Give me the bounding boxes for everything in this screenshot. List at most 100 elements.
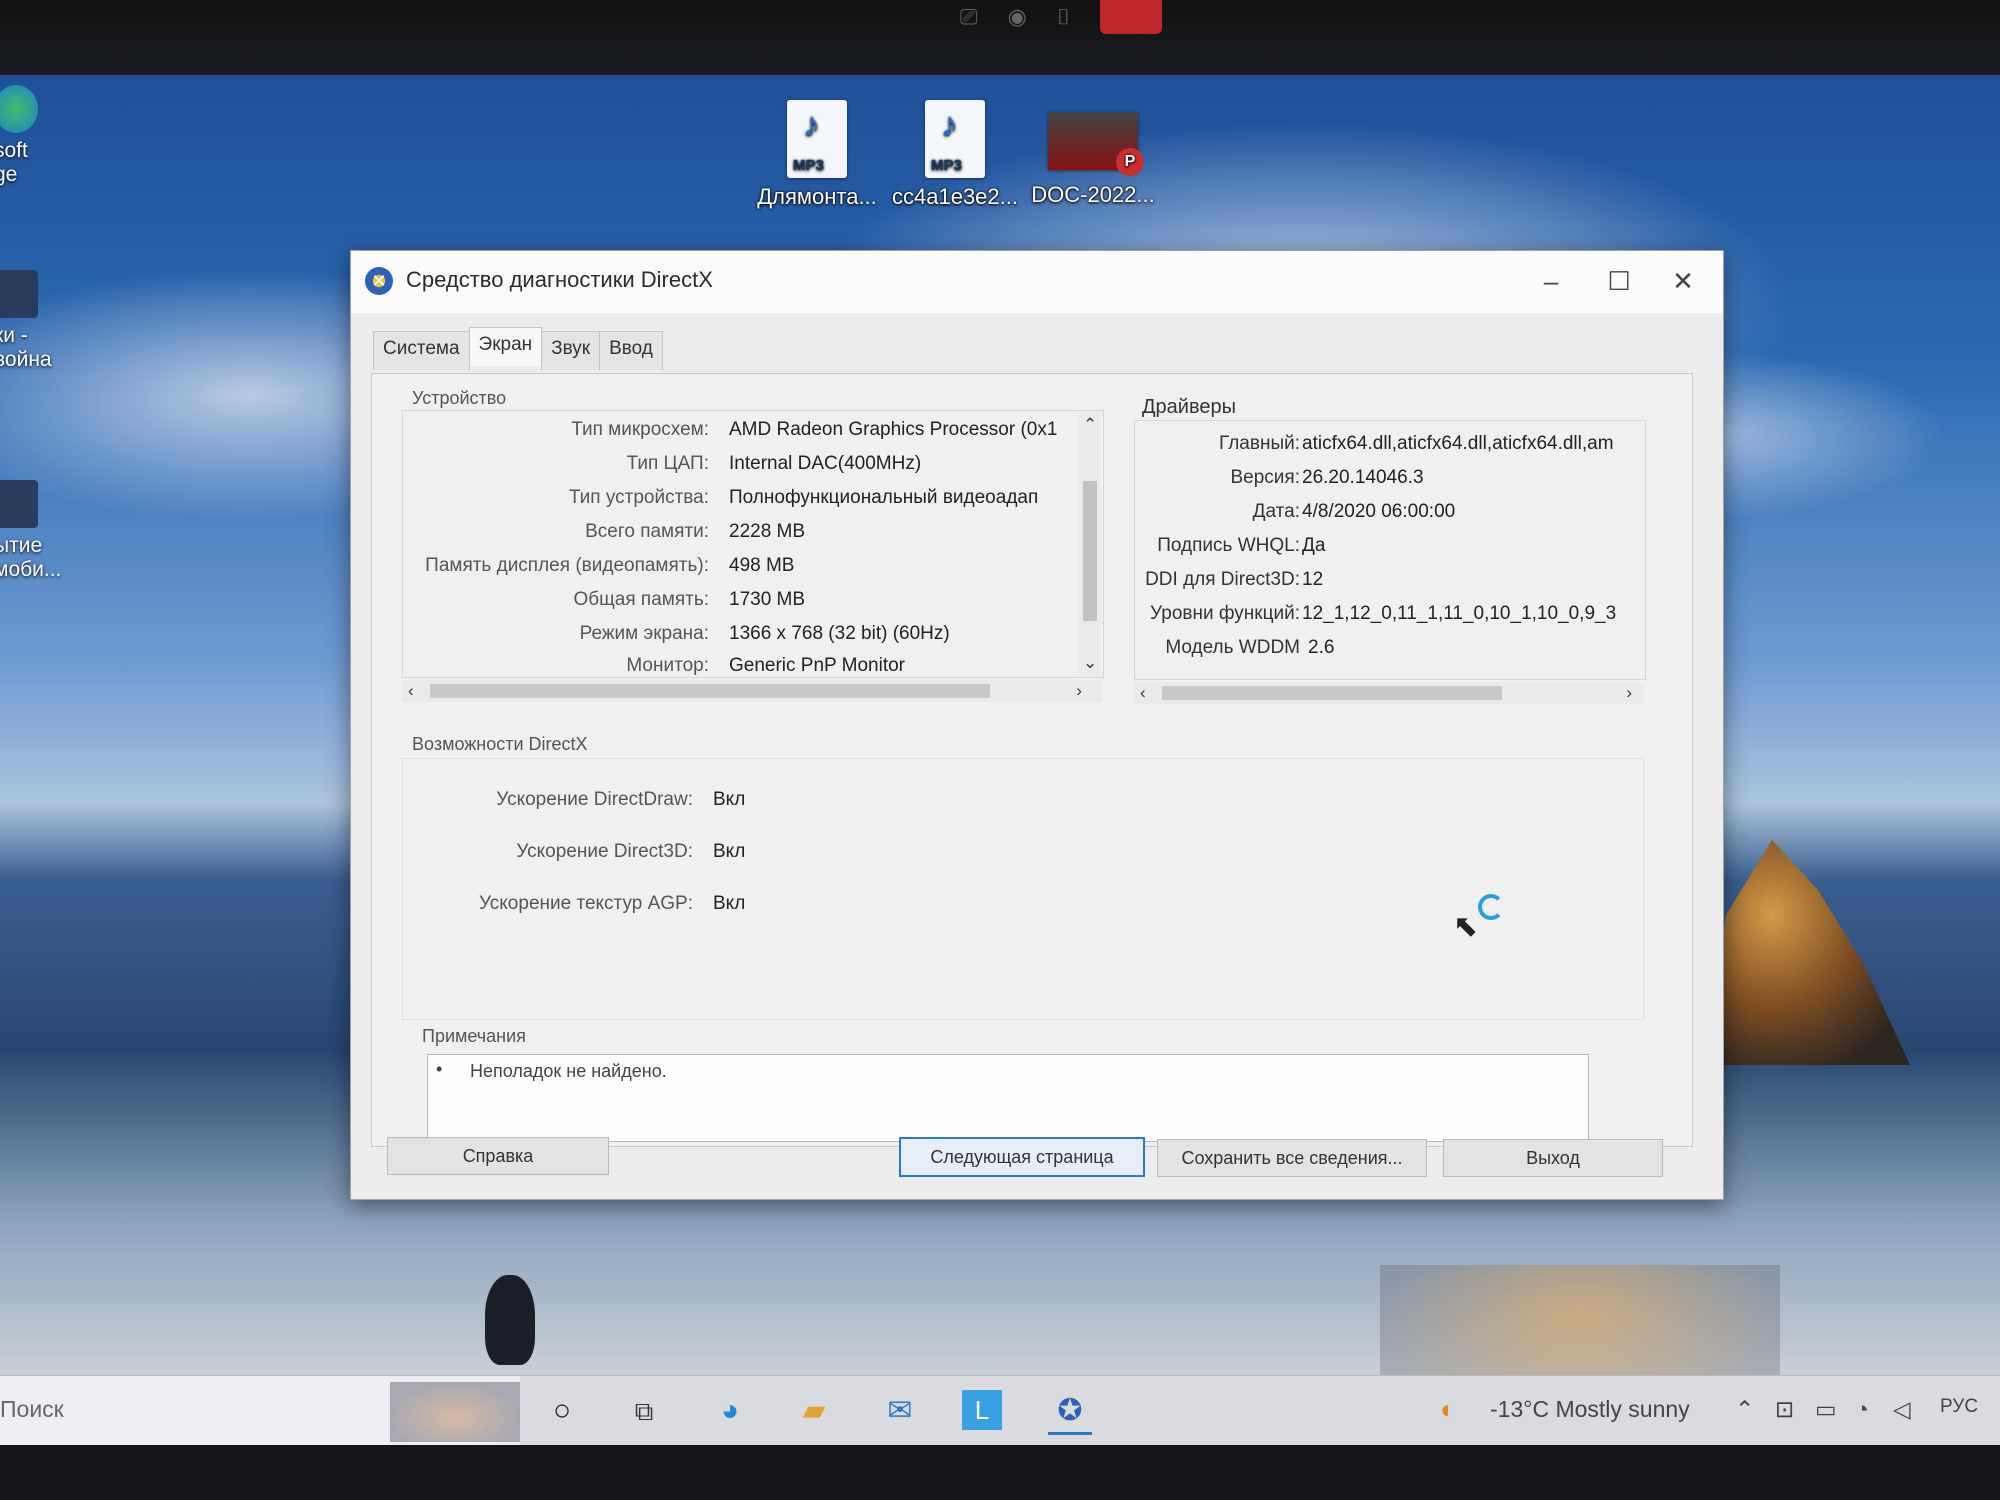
maximize-button[interactable]: ☐ — [1587, 259, 1651, 303]
desktop-icon-mp3-2[interactable]: ♪ MP3 cc4a1e3e2... — [890, 100, 1020, 210]
scroll-thumb[interactable] — [1083, 481, 1097, 621]
tab-input[interactable]: Ввод — [599, 331, 663, 370]
app-l-icon[interactable]: L — [962, 1390, 1002, 1430]
tab-bar: Система Экран Звук Ввод — [373, 327, 663, 370]
directx-icon: ✕ — [365, 267, 393, 295]
window-title: Средство диагностики DirectX — [406, 267, 713, 292]
scroll-right-icon[interactable]: › — [1076, 681, 1082, 701]
desktop-icon-edge[interactable]: soft ge — [0, 85, 38, 187]
next-page-button[interactable]: Следующая страница — [899, 1137, 1145, 1177]
tab-system[interactable]: Система — [373, 331, 470, 370]
scroll-thumb[interactable] — [1162, 686, 1502, 700]
mp3-file-icon: ♪ MP3 — [787, 100, 847, 178]
scroll-left-icon[interactable]: ‹ — [408, 681, 414, 701]
desktop-icon-pptx[interactable]: P DOC-2022... — [1028, 100, 1158, 208]
desktop-icon-label: soft ge — [0, 139, 28, 186]
screenshot-icon: ⎚ — [960, 4, 978, 29]
desktop-icon-video[interactable]: ытие моби... — [0, 480, 61, 582]
device-label: Тип ЦАП: — [626, 453, 709, 474]
device-label: Режим экрана: — [579, 623, 709, 644]
device-group-title: Устройство — [412, 388, 507, 408]
device-value: 498 MB — [729, 555, 795, 576]
edge-icon — [0, 85, 38, 133]
mp3-file-icon: ♪ MP3 — [925, 100, 985, 178]
mp3-tag: MP3 — [793, 157, 824, 174]
scroll-up-icon[interactable]: ⌃ — [1083, 415, 1097, 435]
weather-text[interactable]: -13°C Mostly sunny — [1490, 1396, 1690, 1423]
wifi-icon[interactable]: ◔ — [1855, 1396, 1869, 1423]
language-indicator[interactable]: РУС — [1940, 1396, 1978, 1418]
search-placeholder: Поиск — [0, 1396, 64, 1422]
tab-display[interactable]: Экран — [468, 327, 543, 366]
save-all-info-button[interactable]: Сохранить все сведения... — [1157, 1139, 1427, 1177]
desktop-icon-game[interactable]: ки - война — [0, 270, 52, 372]
file-explorer-icon[interactable]: ▰ — [792, 1390, 836, 1432]
scroll-thumb[interactable] — [430, 684, 990, 698]
device-label: Память дисплея (видеопамять): — [425, 555, 709, 576]
record-icon: ◉ — [1007, 4, 1027, 29]
cortana-icon[interactable]: ○ — [540, 1390, 584, 1432]
tab-sound[interactable]: Звук — [541, 331, 601, 370]
desktop-icon-label: DOC-2022... — [1031, 182, 1155, 207]
device-label: Монитор: — [626, 655, 709, 676]
monitor-top-bezel: ⎚ ◉ ⌷ — [0, 0, 2000, 75]
network-icon[interactable]: ⊡ — [1775, 1396, 1794, 1423]
driver-value: 4/8/2020 06:00:00 — [1302, 501, 1456, 522]
notes-box[interactable]: • Неполадок не найдено. — [427, 1054, 1589, 1142]
directx-group-title: Возможности DirectX — [412, 734, 588, 754]
driver-label: DDI для Direct3D: — [1145, 569, 1300, 590]
scroll-right-icon[interactable]: › — [1626, 683, 1632, 703]
device-value: 2228 MB — [729, 521, 806, 542]
driver-value: aticfx64.dll,aticfx64.dll,aticfx64.dll,a… — [1302, 433, 1614, 454]
title-bar[interactable]: ✕ Средство диагностики DirectX – ☐ ✕ — [351, 251, 1723, 313]
mp3-tag: MP3 — [931, 157, 962, 174]
directx-value: Вкл — [713, 893, 746, 914]
directx-value: Вкл — [713, 789, 746, 810]
directx-value: Вкл — [713, 841, 746, 862]
directx-label: Ускорение DirectDraw: — [496, 789, 693, 810]
task-view-icon[interactable]: ⧉ — [622, 1390, 666, 1432]
minimize-button[interactable]: – — [1519, 259, 1583, 303]
scroll-down-icon[interactable]: ⌄ — [1083, 653, 1097, 673]
desktop-icon-label: ытие моби... — [0, 534, 62, 581]
close-button[interactable]: ✕ — [1651, 259, 1715, 303]
device-value: Полнофункциональный видеоадап — [729, 487, 1039, 508]
driver-label: Главный: — [1218, 433, 1300, 454]
device-value: AMD Radeon Graphics Processor (0x1 — [729, 419, 1058, 440]
music-note-icon: ♪ — [941, 106, 958, 144]
device-group: Тип микросхем: AMD Radeon Graphics Proce… — [402, 410, 1104, 678]
video-icon — [0, 480, 38, 528]
drivers-horizontal-scrollbar[interactable]: ‹ › — [1134, 682, 1644, 704]
drivers-group-title: Драйверы — [1142, 396, 1236, 418]
device-value: Internal DAC(400MHz) — [729, 453, 922, 474]
directx-label: Ускорение Direct3D: — [516, 841, 693, 862]
bullet-icon: • — [436, 1059, 443, 1079]
desktop-icon-mp3-1[interactable]: ♪ MP3 Длямонта... — [752, 100, 882, 210]
help-button[interactable]: Справка — [387, 1137, 609, 1175]
desktop-icon-label: Длямонта... — [757, 184, 877, 209]
search-highlight-image — [390, 1382, 520, 1442]
weather-icon[interactable]: ◐ — [1440, 1394, 1456, 1425]
driver-value: 2.6 — [1308, 637, 1335, 658]
device-value: 1366 x 768 (32 bit) (60Hz) — [729, 623, 950, 644]
mail-icon[interactable]: ✉ — [878, 1390, 922, 1432]
scroll-left-icon[interactable]: ‹ — [1140, 683, 1146, 703]
device-vertical-scrollbar[interactable]: ⌃ ⌄ — [1079, 411, 1101, 677]
device-horizontal-scrollbar[interactable]: ‹ › — [402, 680, 1102, 702]
device-label: Тип микросхем: — [571, 419, 709, 440]
device-label: Тип устройства: — [568, 487, 709, 508]
display-panel: Устройство Тип микросхем: AMD Radeon Gra… — [371, 373, 1693, 1147]
taskbar-search[interactable]: Поиск — [0, 1376, 520, 1446]
device-label: Всего памяти: — [585, 521, 709, 542]
tray-chevron-icon[interactable]: ⌃ — [1735, 1396, 1754, 1423]
edge-icon[interactable]: ◕ — [708, 1390, 752, 1432]
directx-icon[interactable]: ✪ — [1048, 1390, 1092, 1435]
wallpaper-figure — [485, 1275, 535, 1365]
volume-icon[interactable]: ◁ — [1893, 1396, 1911, 1423]
loading-spinner-icon — [1478, 894, 1504, 920]
battery-icon[interactable]: ▭ — [1815, 1396, 1837, 1423]
directx-label: Ускорение текстур AGP: — [478, 893, 693, 914]
exit-button[interactable]: Выход — [1443, 1139, 1663, 1177]
driver-label: Уровни функций: — [1150, 603, 1300, 624]
driver-value: 26.20.14046.3 — [1302, 467, 1424, 488]
